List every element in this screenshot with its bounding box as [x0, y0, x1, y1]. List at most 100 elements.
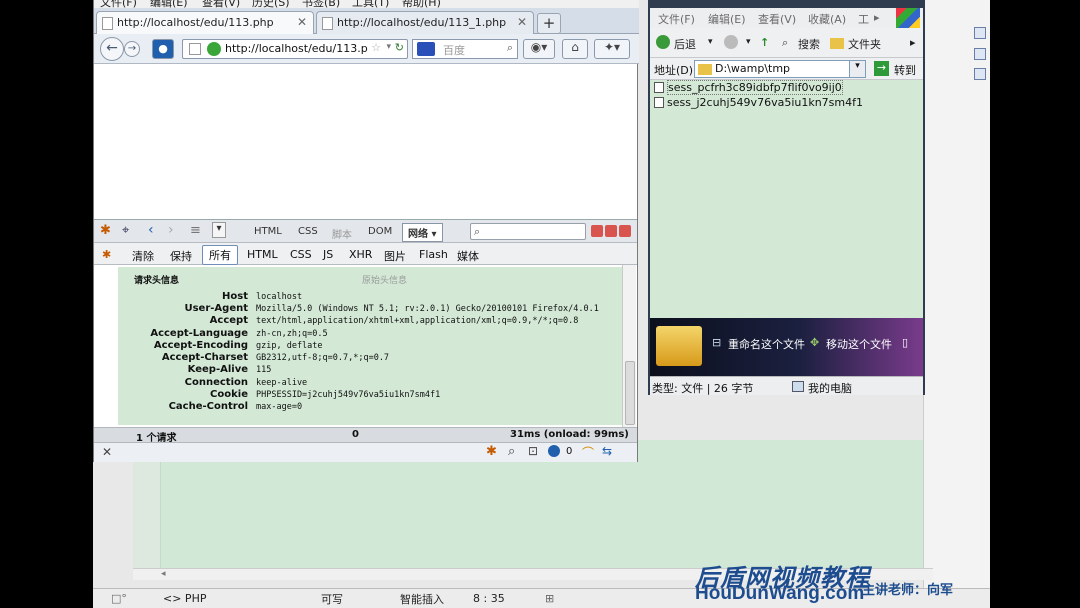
- raw-headers-link[interactable]: 原始头信息: [362, 273, 407, 286]
- headers-scrollbar[interactable]: [622, 265, 636, 427]
- search-icon[interactable]: ⌕: [782, 36, 788, 50]
- list-tool-icon[interactable]: [974, 68, 986, 80]
- forward-arrow-icon[interactable]: →: [124, 41, 140, 57]
- filter-clear[interactable]: 清除: [132, 248, 154, 264]
- tab-113-1[interactable]: http://localhost/edu/113_1.php ✕: [316, 11, 534, 34]
- url-bar[interactable]: http://localhost/edu/113.p ☆ ▾ ↻: [182, 39, 408, 59]
- home-icon[interactable]: ⌂: [562, 39, 588, 59]
- filter-js[interactable]: JS: [323, 248, 333, 261]
- ex-menu-file[interactable]: 文件(F): [658, 11, 695, 27]
- forward-dropdown-icon[interactable]: ▾: [746, 37, 751, 47]
- header-value: gzip, deflate: [256, 341, 323, 351]
- baidu-engine-icon[interactable]: [417, 42, 435, 56]
- ex-menu-edit[interactable]: 编辑(E): [708, 11, 746, 27]
- toolbar-overflow-icon[interactable]: ▸: [910, 36, 916, 49]
- back-dropdown-icon[interactable]: ▾: [708, 37, 713, 47]
- ex-menu-view[interactable]: 查看(V): [758, 11, 796, 27]
- search-input[interactable]: 百度 ⌕: [412, 39, 518, 59]
- rename-icon: ⊟: [712, 336, 722, 349]
- file-list[interactable]: sess_pcfrh3c89idbfp7flif0vo9ij0 sess_j2c…: [650, 80, 923, 318]
- filter-media[interactable]: 媒体: [457, 248, 479, 264]
- clear-icon[interactable]: ✱: [102, 248, 111, 261]
- editor-side-panel: [923, 0, 990, 608]
- list-item[interactable]: sess_j2cuhj549v76va5iu1kn7sm4f1: [654, 96, 863, 109]
- copy-icon: ▯: [902, 336, 909, 349]
- back-arrow-icon[interactable]: ←: [100, 37, 124, 61]
- go-button[interactable]: 转到: [894, 62, 916, 78]
- zoom-icon[interactable]: ⌕: [508, 444, 515, 459]
- firebug-tab-net[interactable]: 网络 ▾: [402, 223, 443, 242]
- explorer-toolbar: 后退 ▾ ▾ ↑ ⌕ 搜索 文件夹 ▸: [650, 28, 923, 58]
- filter-images[interactable]: 图片: [384, 248, 406, 264]
- header-value: max-age=0: [256, 402, 303, 412]
- bookmark-star-icon[interactable]: ☆: [371, 41, 381, 54]
- back-icon[interactable]: ‹: [148, 222, 154, 238]
- close-firebug-icon[interactable]: [619, 225, 631, 237]
- list-icon[interactable]: ≡: [190, 223, 201, 238]
- firebug-tab-html[interactable]: HTML: [254, 226, 282, 237]
- address-value: D:\wamp\tmp: [715, 62, 791, 75]
- desktop: ◂ □° <> PHP 可写 智能插入 8 : 35 ⊞ 文件(F) 编辑(E)…: [93, 0, 990, 608]
- filter-flash[interactable]: Flash: [419, 248, 448, 261]
- scrollbar-thumb[interactable]: [625, 361, 635, 425]
- address-dropdown-icon[interactable]: ▾: [849, 61, 865, 77]
- detach-icon[interactable]: [605, 225, 617, 237]
- back-icon[interactable]: [656, 35, 670, 49]
- language-indicator[interactable]: <> PHP: [163, 592, 206, 605]
- reload-icon[interactable]: ↻: [395, 41, 404, 54]
- firebug-status-icon[interactable]: ✱: [486, 444, 497, 459]
- identity-icon[interactable]: ●: [152, 39, 174, 59]
- cookie-value[interactable]: PHPSESSID=j2cuhj549v76va5iu1kn7sm4f1: [256, 390, 440, 400]
- filter-html[interactable]: HTML: [247, 248, 278, 261]
- search-button[interactable]: 搜索: [798, 36, 820, 52]
- tab-113[interactable]: http://localhost/edu/113.php ✕: [96, 11, 314, 35]
- go-arrow-icon[interactable]: →: [874, 61, 889, 76]
- forward-icon[interactable]: [724, 35, 738, 49]
- insert-mode: 智能插入: [400, 592, 444, 606]
- firebug-tab-script[interactable]: 脚本: [332, 226, 352, 241]
- new-tab-button[interactable]: +: [537, 13, 561, 34]
- firebug-tab-css[interactable]: CSS: [298, 226, 318, 237]
- back-button[interactable]: 后退: [674, 36, 696, 52]
- grid-tool-icon[interactable]: [974, 48, 986, 60]
- close-tab-icon[interactable]: ✕: [297, 15, 307, 29]
- addon-button[interactable]: ◉▾: [523, 39, 555, 59]
- ex-menu-favorites[interactable]: 收藏(A): [808, 11, 846, 27]
- close-tab-icon[interactable]: ✕: [517, 15, 527, 29]
- menu-overflow-icon[interactable]: ▸: [874, 11, 880, 24]
- header-value: GB2312,utf-8;q=0.7,*;q=0.7: [256, 353, 390, 363]
- filter-css[interactable]: CSS: [290, 248, 312, 261]
- filter-xhr[interactable]: XHR: [349, 248, 372, 261]
- firebug-bug-icon[interactable]: ✱: [100, 223, 111, 238]
- ex-menu-tools[interactable]: 工: [858, 11, 869, 27]
- address-input[interactable]: D:\wamp\tmp ▾: [694, 60, 866, 78]
- rename-file-link[interactable]: 重命名这个文件: [728, 336, 805, 352]
- firebug-search-input[interactable]: ⌕: [470, 223, 586, 240]
- address-bar: 地址(D) D:\wamp\tmp ▾ → 转到: [650, 58, 923, 80]
- firebug-button[interactable]: ✦▾: [594, 39, 630, 59]
- folders-icon[interactable]: [830, 38, 844, 49]
- forward-icon[interactable]: ›: [168, 222, 174, 238]
- search-icon[interactable]: ⌕: [507, 41, 513, 55]
- move-file-link[interactable]: 移动这个文件: [826, 336, 892, 352]
- url-text: http://localhost/edu/113.p: [225, 42, 368, 55]
- minimize-icon[interactable]: [591, 225, 603, 237]
- close-addon-bar-icon[interactable]: ✕: [102, 445, 112, 459]
- addon-icon[interactable]: ⇆: [602, 444, 612, 458]
- yslow-icon[interactable]: [548, 445, 560, 457]
- page-content[interactable]: [94, 64, 637, 219]
- firebug-tab-dom[interactable]: DOM: [368, 226, 392, 237]
- url-dropdown-icon[interactable]: ▾: [386, 42, 391, 52]
- inspect-icon[interactable]: ⌖: [122, 223, 129, 238]
- header-row: Cache-Control max-age=0: [118, 401, 618, 415]
- statusbar-tool-icon[interactable]: ⊞: [545, 592, 554, 605]
- panel-dropdown-icon[interactable]: ▾: [212, 222, 226, 238]
- up-folder-icon[interactable]: ↑: [760, 36, 769, 49]
- filter-persist[interactable]: 保持: [170, 248, 192, 264]
- panel-tool-icon[interactable]: [974, 27, 986, 39]
- list-item[interactable]: sess_pcfrh3c89idbfp7flif0vo9ij0: [654, 80, 843, 95]
- filter-all[interactable]: 所有: [202, 245, 238, 265]
- folders-button[interactable]: 文件夹: [848, 36, 881, 52]
- screenshot-icon[interactable]: ⊡: [528, 444, 538, 458]
- feed-icon[interactable]: ⌒: [582, 444, 594, 461]
